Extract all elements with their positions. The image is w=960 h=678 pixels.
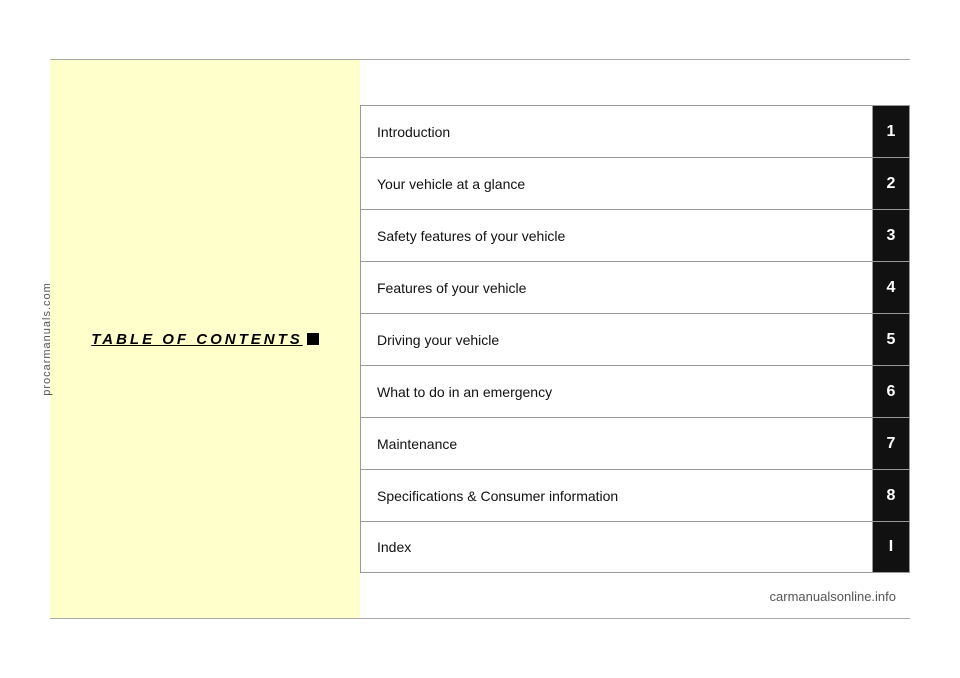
toc-row[interactable]: Your vehicle at a glance2 bbox=[360, 157, 910, 209]
toc-number-3: 3 bbox=[873, 210, 909, 261]
bottom-logo: carmanualsonline.info bbox=[770, 589, 896, 604]
right-panel: Introduction1Your vehicle at a glance2Sa… bbox=[360, 60, 910, 618]
toc-row[interactable]: Maintenance7 bbox=[360, 417, 910, 469]
toc-number-7: 7 bbox=[873, 418, 909, 469]
toc-label-2: Your vehicle at a glance bbox=[361, 158, 873, 209]
toc-row[interactable]: Safety features of your vehicle3 bbox=[360, 209, 910, 261]
toc-number-2: 2 bbox=[873, 158, 909, 209]
toc-label-6: What to do in an emergency bbox=[361, 366, 873, 417]
toc-label-1: Introduction bbox=[361, 106, 873, 157]
toc-label-8: Specifications & Consumer information bbox=[361, 470, 873, 521]
toc-number-6: 6 bbox=[873, 366, 909, 417]
title-square-icon bbox=[307, 333, 319, 345]
toc-row[interactable]: Driving your vehicle5 bbox=[360, 313, 910, 365]
toc-number-5: 5 bbox=[873, 314, 909, 365]
toc-title: TABLE OF CONTENTS bbox=[91, 331, 303, 348]
toc-label-4: Features of your vehicle bbox=[361, 262, 873, 313]
toc-number-9: I bbox=[873, 522, 909, 572]
toc-label-3: Safety features of your vehicle bbox=[361, 210, 873, 261]
toc-number-8: 8 bbox=[873, 470, 909, 521]
toc-label-7: Maintenance bbox=[361, 418, 873, 469]
toc-label-9: Index bbox=[361, 522, 873, 572]
left-panel: procarmanuals.com TABLE OF CONTENTS bbox=[50, 60, 360, 618]
title-block: TABLE OF CONTENTS bbox=[91, 331, 319, 348]
page-container: procarmanuals.com TABLE OF CONTENTS Intr… bbox=[50, 59, 910, 619]
toc-row[interactable]: What to do in an emergency6 bbox=[360, 365, 910, 417]
toc-number-4: 4 bbox=[873, 262, 909, 313]
toc-row[interactable]: Introduction1 bbox=[360, 105, 910, 157]
toc-row[interactable]: Features of your vehicle4 bbox=[360, 261, 910, 313]
toc-row[interactable]: IndexI bbox=[360, 521, 910, 573]
toc-row[interactable]: Specifications & Consumer information8 bbox=[360, 469, 910, 521]
toc-number-1: 1 bbox=[873, 106, 909, 157]
watermark: procarmanuals.com bbox=[41, 282, 53, 396]
toc-label-5: Driving your vehicle bbox=[361, 314, 873, 365]
